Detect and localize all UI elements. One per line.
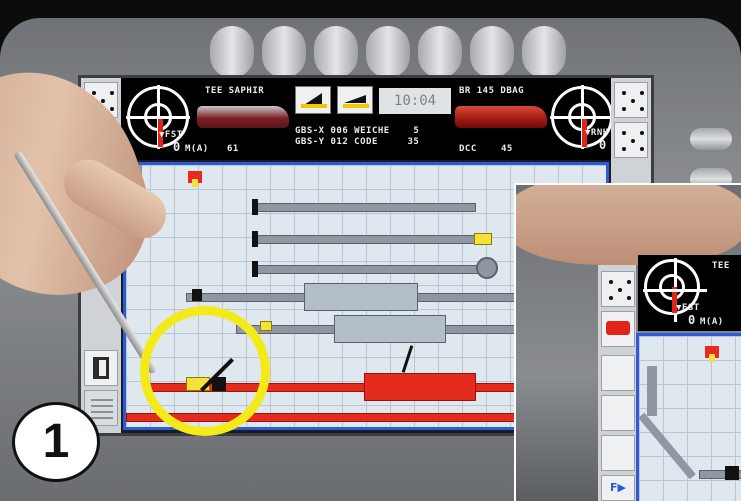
protocol-label: DCC xyxy=(459,144,477,154)
bar-icon xyxy=(343,104,369,108)
train-name-left: TEE SAPHIR xyxy=(205,86,265,96)
gbs-x-line: GBS-X 006 WEICHE 5 xyxy=(295,126,420,136)
track-segment[interactable] xyxy=(256,265,496,274)
speed-label-left: ▼FST xyxy=(159,130,183,140)
housing-fin xyxy=(522,26,566,78)
housing-fin xyxy=(262,26,306,78)
occupied-block[interactable] xyxy=(364,373,476,401)
function-forward-button[interactable]: F▶ xyxy=(601,475,635,501)
inset-track-plan[interactable] xyxy=(636,333,741,501)
lines-icon xyxy=(91,399,113,401)
inset-speed-label: ▼FST xyxy=(676,303,700,313)
signal-icon[interactable] xyxy=(192,289,202,301)
signal-base-icon xyxy=(192,179,198,187)
locomotive-image-right[interactable] xyxy=(455,106,547,128)
housing-fin xyxy=(418,26,462,78)
loco-address-right: 45 xyxy=(501,144,513,154)
inset-status-bar: TEE ▼FST 0 M(A) xyxy=(638,255,741,331)
turntable-icon[interactable] xyxy=(476,257,498,279)
track-segment[interactable] xyxy=(256,203,476,212)
wedge-icon xyxy=(344,95,366,103)
gbs-y-line: GBS-Y 012 CODE 35 xyxy=(295,137,420,147)
highlight-circle xyxy=(140,306,270,436)
housing-fin xyxy=(210,26,254,78)
clock-display[interactable]: 10:04 xyxy=(379,88,451,114)
panel-icon xyxy=(93,357,109,379)
buffer-stop xyxy=(252,199,258,215)
platform xyxy=(304,283,418,311)
dots-button[interactable] xyxy=(614,82,648,118)
locomotive-icon xyxy=(606,321,630,335)
inset-button-column: F▶ xyxy=(598,265,636,501)
turnout-marker[interactable] xyxy=(474,233,492,245)
direction-button[interactable] xyxy=(601,311,635,347)
buffer-stop xyxy=(252,261,258,277)
catenary-mast xyxy=(401,345,414,373)
speed-value-right: 0 xyxy=(599,138,607,152)
signal-base-icon xyxy=(709,354,715,362)
diagonal-track[interactable] xyxy=(638,412,696,480)
inset-speed-unit: M(A) xyxy=(700,317,724,327)
housing-fin xyxy=(470,26,514,78)
housing-fin xyxy=(314,26,358,78)
inset-train-name: TEE xyxy=(712,261,730,271)
track-view-button[interactable] xyxy=(84,350,118,386)
function-button-1[interactable] xyxy=(295,86,331,114)
inset-detail-photo: TEE ▼FST 0 M(A) F▶ xyxy=(514,183,741,501)
housing-side-fin xyxy=(690,128,732,150)
track-segment[interactable] xyxy=(256,235,476,244)
blank-button[interactable] xyxy=(601,395,635,431)
speed-unit-left: M(A) xyxy=(185,144,209,154)
train-name-right: BR 145 DBAG xyxy=(459,86,525,96)
siding-track[interactable] xyxy=(647,366,657,416)
inset-speed-value: 0 xyxy=(688,313,696,327)
loco-address-left: 61 xyxy=(227,144,239,154)
dots-button[interactable] xyxy=(614,122,648,158)
dots-button[interactable] xyxy=(601,271,635,307)
bar-icon xyxy=(301,104,327,108)
signal-icon[interactable] xyxy=(725,466,739,480)
platform xyxy=(334,315,446,343)
buffer-stop xyxy=(252,231,258,247)
blank-button[interactable] xyxy=(601,355,635,391)
speed-label-right: ▼RNH xyxy=(585,128,609,138)
blank-button[interactable] xyxy=(601,435,635,471)
inset-hand xyxy=(516,185,741,265)
status-bar: ▼FST 0 M(A) 61 TEE SAPHIR 10:04 GBS-X 00… xyxy=(81,78,651,160)
turnout-marker[interactable] xyxy=(260,321,272,331)
housing-fin xyxy=(366,26,410,78)
locomotive-image-left[interactable] xyxy=(197,106,289,128)
speed-value-left: 0 xyxy=(173,140,181,154)
function-button-2[interactable] xyxy=(337,86,373,114)
step-number-badge: 1 xyxy=(12,402,100,482)
